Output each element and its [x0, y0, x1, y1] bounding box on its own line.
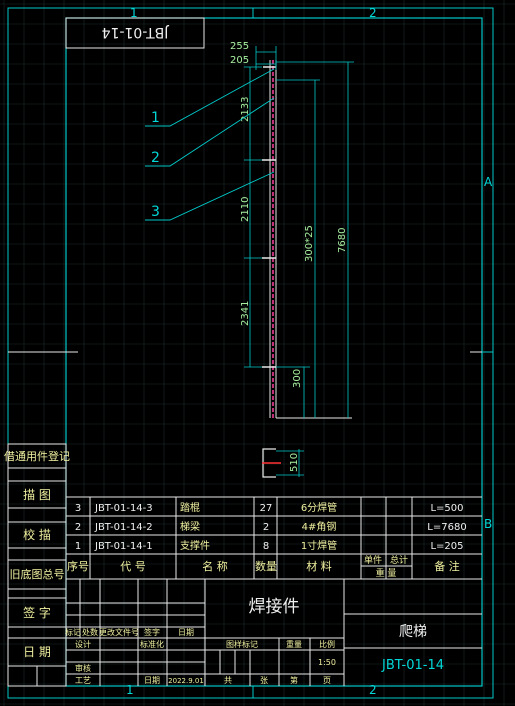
- callout-2: 2: [151, 150, 160, 166]
- bom-header-material: 材 料: [306, 559, 332, 573]
- tb-label-date: 日期: [178, 628, 194, 637]
- upside-drawing-number: JBT-01-14: [102, 24, 170, 40]
- bom-header-name: 名 称: [202, 559, 228, 573]
- tb-label-review: 审核: [75, 663, 91, 673]
- bom-cell-code: JBT-01-14-2: [94, 522, 153, 533]
- tb-label-sheet: 张: [260, 676, 268, 685]
- bom-header-no: 序号: [67, 559, 89, 573]
- bom-cell-qty: 27: [260, 503, 273, 514]
- bom-cell-note: L=7680: [427, 522, 466, 533]
- bom-cell-code: JBT-01-14-3: [94, 503, 153, 514]
- zone-label-a: A: [484, 175, 493, 189]
- strip-label-date: 日 期: [23, 645, 51, 659]
- bom-header-code: 代 号: [120, 560, 146, 573]
- strip-label-trace: 描 图: [23, 488, 51, 502]
- tb-label-count: 处数: [82, 627, 98, 637]
- tb-label-date2: 日期: [144, 676, 160, 685]
- assembly-name: 爬梯: [399, 624, 427, 640]
- tb-scale: 1:50: [318, 658, 336, 667]
- bom-header-unit-weight: 单件: [364, 554, 382, 566]
- strip-label-old: 旧底图总号: [10, 567, 65, 581]
- bom-header-note: 备 注: [434, 559, 460, 573]
- tb-label-page2: 页: [323, 676, 331, 685]
- strip-label-check: 校 描: [23, 527, 51, 542]
- tb-label-total: 共: [224, 676, 232, 685]
- bom-rows: 3 JBT-01-14-3 踏棍 27 6分焊管 L=500 2 JBT-01-14-2 梯梁 2…: [75, 501, 467, 552]
- bom-cell-note: L=500: [430, 503, 463, 514]
- bom-cell-no: 3: [75, 503, 81, 514]
- dim-7680: 7680: [337, 228, 348, 253]
- bom-cell-material: 1寸焊管: [301, 539, 337, 552]
- bom-cell-qty: 2: [263, 522, 269, 533]
- dim-2133: 2133: [240, 97, 251, 122]
- dim-300: 300: [292, 369, 303, 388]
- tb-label-design: 设计: [75, 639, 91, 649]
- strip-label-reg: 借通用件登记: [4, 449, 70, 463]
- zone-label-top-2: 2: [369, 6, 377, 20]
- tb-date-value: 2022.9.01: [168, 677, 204, 685]
- tb-label-weight: 重量: [286, 639, 302, 649]
- callout-1: 1: [151, 110, 160, 126]
- zone-label-b: B: [484, 517, 492, 531]
- dim-205: 205: [230, 55, 249, 66]
- bom-cell-no: 1: [75, 541, 81, 552]
- bom-header-weight: 重 量: [376, 567, 397, 579]
- tb-label-page: 第: [290, 675, 298, 685]
- bom-cell-name: 梯梁: [180, 520, 200, 533]
- cad-drawing-sheet: 1 2 A B 1 2 JBT-01-14 255 205 2133 2110 …: [0, 0, 515, 706]
- bom-cell-name: 支撑件: [180, 539, 210, 552]
- tb-label-stage-mark: 图样标记: [226, 639, 258, 649]
- inner-frame: [65, 17, 483, 687]
- bom-cell-code: JBT-01-14-1: [94, 541, 153, 552]
- bom-cell-no: 2: [75, 522, 81, 533]
- bom-header-total-weight: 总计: [390, 554, 408, 566]
- dim-2341: 2341: [240, 301, 251, 326]
- tb-label-standardize: 标准化: [140, 639, 164, 649]
- part-name: 焊接件: [249, 597, 300, 617]
- tb-label-mark: 标记: [65, 627, 81, 637]
- dim-510: 510: [289, 453, 300, 472]
- tb-label-sign: 签字: [144, 627, 160, 637]
- tb-label-process: 工艺: [75, 676, 91, 685]
- bom-cell-name: 踏棍: [180, 501, 200, 514]
- zone-label-bottom-2: 2: [369, 683, 377, 697]
- tb-label-ratio: 比例: [319, 639, 335, 649]
- bom-cell-qty: 8: [263, 541, 269, 552]
- dim-255: 255: [230, 41, 249, 52]
- drawing-canvas: 1 2 A B 1 2 JBT-01-14 255 205 2133 2110 …: [0, 0, 515, 706]
- bom-cell-material: 4#角钢: [302, 520, 337, 533]
- strip-label-sign: 签 字: [23, 605, 51, 620]
- bom-cell-material: 6分焊管: [301, 501, 337, 514]
- dim-300x25: 300*25: [304, 225, 315, 262]
- zone-label-bottom-1: 1: [126, 683, 134, 697]
- drawing-number: JBT-01-14: [381, 658, 444, 673]
- bom-cell-note: L=205: [430, 541, 463, 552]
- callout-leaders: [145, 68, 275, 221]
- bom-header-qty: 数量: [255, 560, 277, 573]
- dim-2110: 2110: [240, 197, 251, 222]
- tb-label-change-doc: 更改文件号: [99, 627, 139, 637]
- callout-3: 3: [151, 204, 160, 220]
